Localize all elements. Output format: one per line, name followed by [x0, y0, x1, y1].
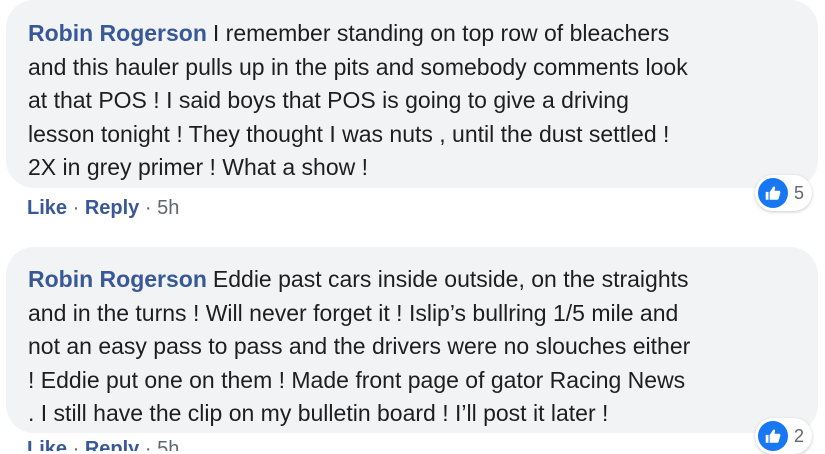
comment-actions: Like · Reply · 5h: [27, 196, 179, 220]
reply-link[interactable]: Reply: [85, 438, 139, 451]
comment-bubble: Robin Rogerson I remember standing on top…: [6, 0, 818, 188]
comment-text-line: ! Eddie put one on them ! Made front pag…: [28, 366, 686, 393]
comment-text-line: I remember standing on top row of bleach…: [212, 20, 670, 46]
comment-bubble: Robin Rogerson Eddie past cars inside out…: [6, 247, 818, 433]
reaction-count: 2: [794, 425, 805, 446]
comment-author[interactable]: Robin Rogerson: [28, 266, 207, 292]
comment-text-line: 2X in grey primer ! What a show !: [28, 154, 369, 180]
like-icon: [758, 421, 788, 451]
comment-timestamp[interactable]: 5h: [157, 197, 179, 219]
comment-text-line: not an easy pass to pass and the drivers…: [28, 333, 691, 359]
separator: ·: [144, 197, 152, 219]
separator: ·: [72, 197, 80, 219]
reaction-badge[interactable]: 5: [755, 175, 813, 211]
comment-text-line: and this hauler pulls up in the pits and…: [28, 53, 688, 80]
separator: ·: [72, 438, 80, 451]
separator: ·: [144, 438, 152, 451]
comment-author[interactable]: Robin Rogerson: [28, 20, 207, 46]
reaction-count: 5: [794, 182, 805, 203]
comment-text-line: lesson tonight ! They thought I was nuts…: [28, 120, 670, 147]
reaction-badge[interactable]: 2: [755, 418, 813, 454]
comment-timestamp[interactable]: 5h: [157, 438, 179, 451]
comment-text-line: . I still have the clip on my bulletin b…: [28, 400, 609, 426]
comment-text-line: and in the turns ! Will never forget it …: [28, 299, 679, 326]
like-link[interactable]: Like: [27, 197, 67, 219]
comment-text-line: Eddie past cars inside outside, on the s…: [212, 266, 689, 292]
actions-clip: Like · Reply · 5h: [0, 438, 825, 451]
reply-link[interactable]: Reply: [85, 197, 139, 219]
like-icon: [758, 178, 788, 208]
comment-text-line: at that POS ! I said boys that POS is go…: [28, 87, 629, 113]
comment-actions: Like · Reply · 5h: [27, 438, 179, 451]
like-link[interactable]: Like: [27, 438, 67, 451]
